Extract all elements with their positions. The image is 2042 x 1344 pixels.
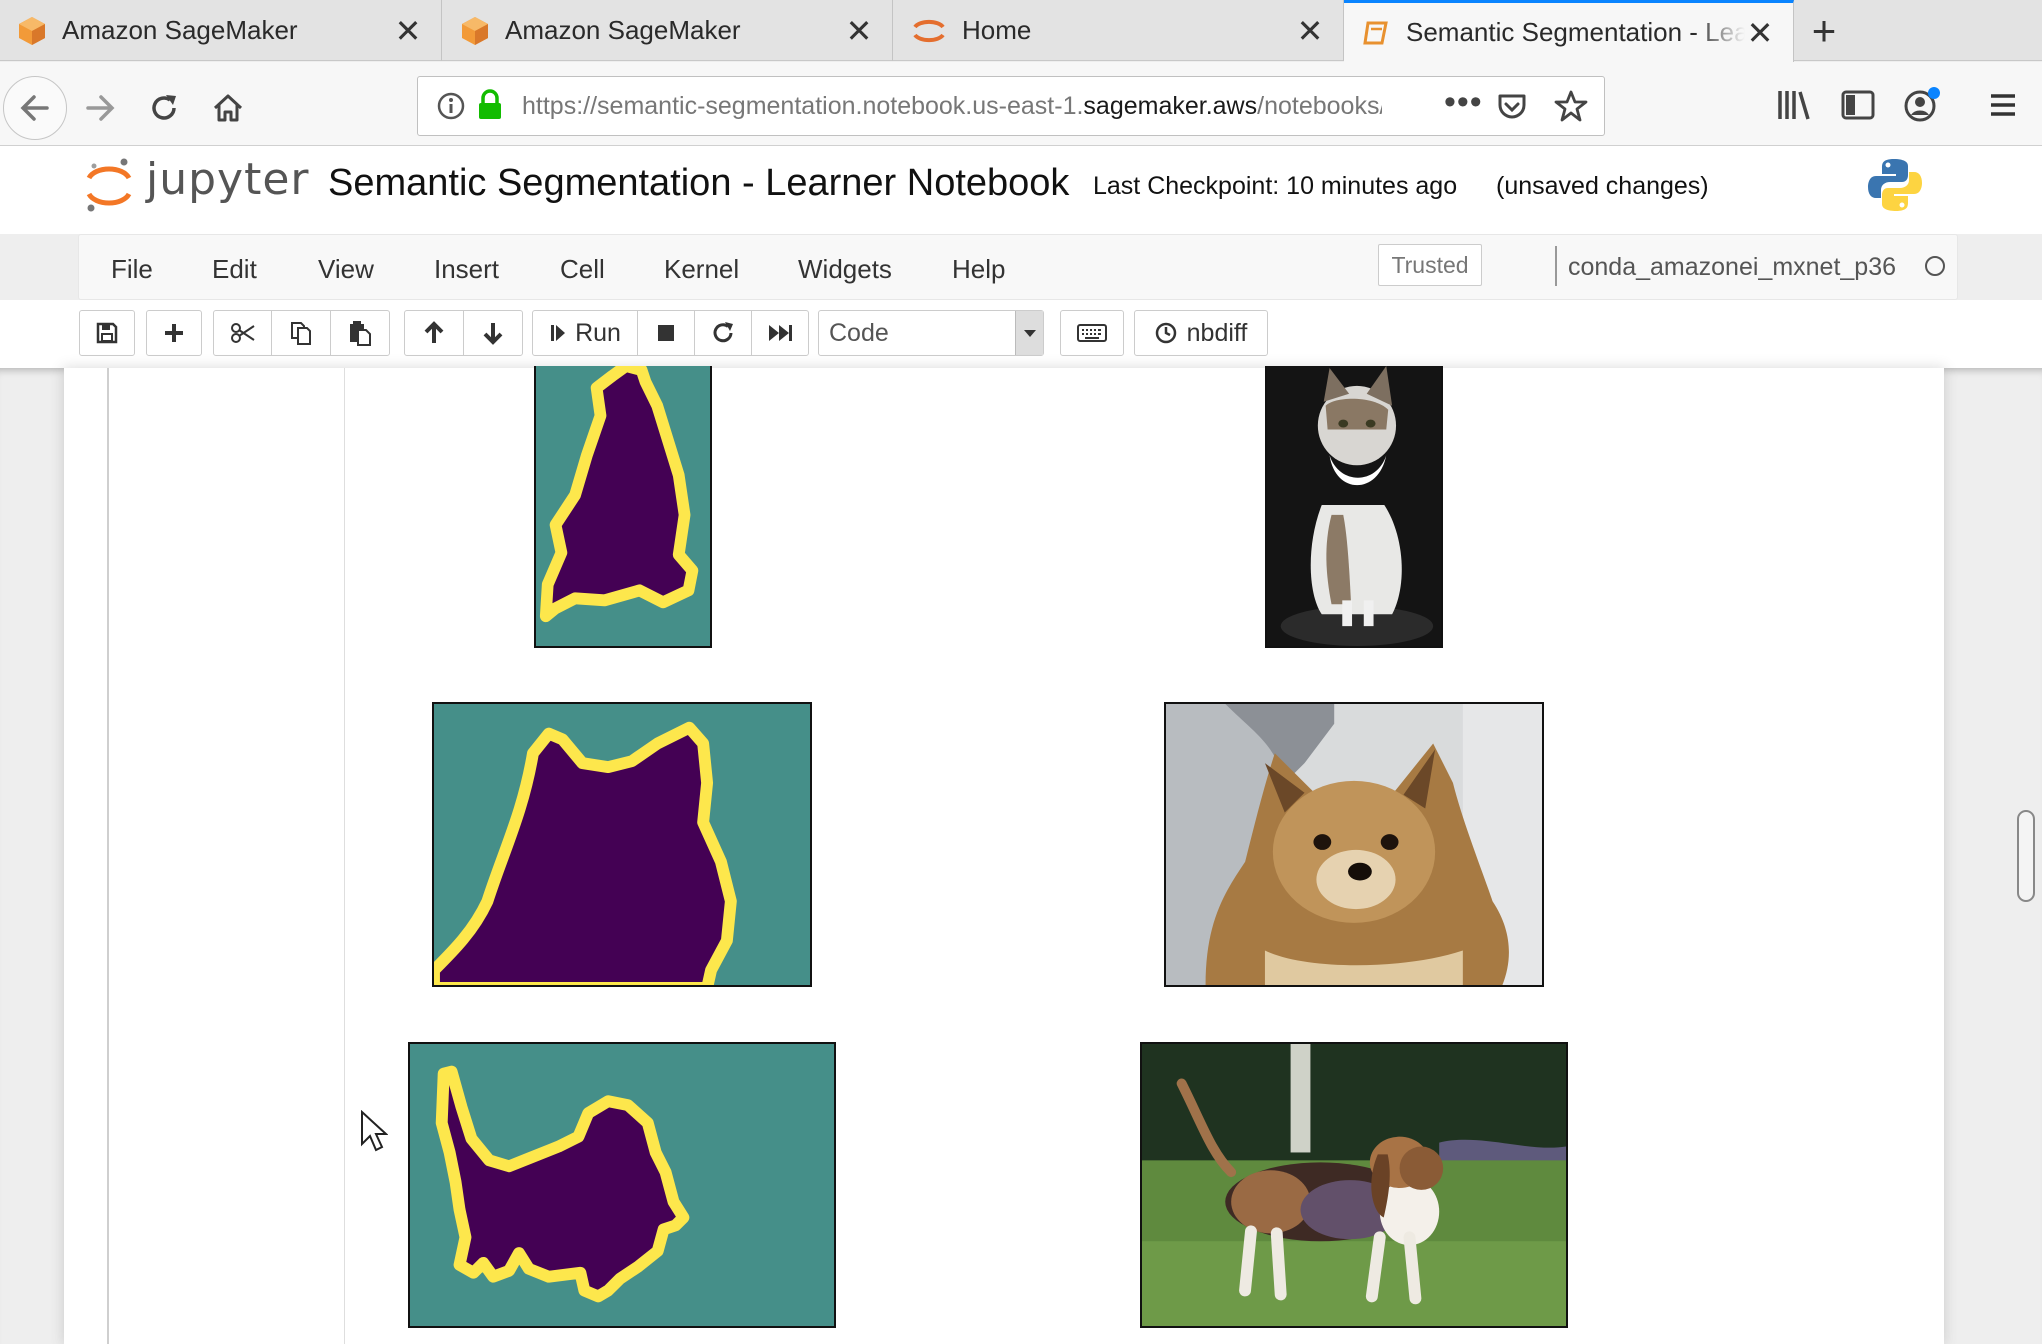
paste-button[interactable] — [330, 310, 390, 356]
checkpoint-status: Last Checkpoint: 10 minutes ago — [1093, 172, 1458, 200]
interrupt-kernel-button[interactable] — [637, 310, 695, 356]
pocket-icon[interactable] — [1496, 90, 1528, 122]
nbdiff-button[interactable]: nbdiff — [1134, 310, 1268, 356]
tab-title: Home — [962, 15, 1032, 45]
restart-run-all-button[interactable] — [751, 310, 809, 356]
menu-insert[interactable]: Insert — [434, 254, 499, 285]
reload-icon — [152, 95, 176, 120]
close-tab-icon[interactable]: ✕ — [1295, 15, 1325, 47]
url-text: https://semantic-segmentation.notebook.u… — [522, 92, 1382, 120]
account-icon[interactable] — [1902, 86, 1942, 124]
python-logo-icon — [1868, 159, 1922, 211]
back-button[interactable] — [3, 76, 67, 140]
browser-tab[interactable]: Amazon SageMaker ✕ — [0, 0, 442, 61]
cell-type-value: Code — [829, 318, 889, 347]
menu-widgets[interactable]: Widgets — [798, 254, 892, 285]
scissors-icon — [230, 323, 255, 343]
browser-tab[interactable]: Home ✕ — [894, 0, 1344, 61]
restart-kernel-button[interactable] — [694, 310, 752, 356]
lock-icon[interactable] — [476, 89, 504, 121]
trusted-indicator[interactable]: Trusted — [1378, 244, 1482, 286]
tab-title: Semantic Segmentation - Learner Notebook — [1406, 17, 1745, 47]
unsaved-changes-label: (unsaved changes) — [1496, 172, 1709, 200]
move-down-button[interactable] — [463, 310, 523, 356]
close-tab-icon[interactable]: ✕ — [393, 15, 423, 47]
run-label: Run — [575, 318, 621, 347]
browser-tab-active[interactable]: Semantic Segmentation - Learner Notebook… — [1344, 0, 1794, 62]
tab-title: Amazon SageMaker — [62, 15, 298, 45]
cell-type-select[interactable]: Code — [818, 310, 1044, 356]
copy-button[interactable] — [271, 310, 331, 356]
tab-title: Amazon SageMaker — [505, 15, 741, 45]
forward-arrow-icon — [86, 95, 115, 121]
arrow-down-icon — [483, 323, 503, 345]
stop-icon — [658, 325, 674, 341]
paste-icon — [350, 321, 371, 346]
notebook-icon — [1363, 21, 1388, 44]
menu-edit[interactable]: Edit — [212, 254, 257, 285]
sidebar-icon[interactable] — [1840, 88, 1876, 122]
photo-cat — [1265, 366, 1443, 648]
copy-icon — [291, 322, 311, 345]
notebook-container — [64, 368, 1944, 1344]
home-button[interactable] — [196, 76, 260, 140]
library-icon[interactable] — [1776, 88, 1812, 122]
plus-icon — [165, 324, 183, 342]
kernel-name[interactable]: conda_amazonei_mxnet_p36 — [1568, 253, 1896, 282]
nbdiff-label: nbdiff — [1186, 318, 1248, 347]
close-tab-icon[interactable]: ✕ — [844, 15, 874, 47]
hamburger-menu-icon[interactable] — [1988, 90, 2018, 120]
kernel-idle-indicator-icon — [1925, 256, 1945, 276]
back-arrow-icon — [20, 95, 49, 121]
sagemaker-cube-icon — [462, 16, 488, 45]
segmentation-mask-cat — [534, 366, 712, 648]
browser-nav-bar: https://semantic-segmentation.notebook.u… — [0, 62, 2042, 146]
run-button[interactable]: Run — [532, 310, 638, 356]
chevron-down-icon — [1015, 311, 1043, 355]
close-tab-icon[interactable]: ✕ — [1745, 17, 1775, 49]
insert-cell-button[interactable] — [146, 310, 202, 356]
menu-cell[interactable]: Cell — [560, 254, 605, 285]
menu-view[interactable]: View — [318, 254, 374, 285]
jupyter-icon — [913, 19, 945, 42]
reload-button[interactable] — [132, 76, 196, 140]
output-prompt-divider — [344, 368, 345, 1344]
new-tab-button[interactable]: + — [1794, 6, 1854, 56]
cell-left-border — [107, 368, 109, 1344]
arrow-up-icon — [424, 321, 444, 343]
save-button[interactable] — [79, 310, 135, 356]
keyboard-icon — [1077, 324, 1107, 342]
menu-help[interactable]: Help — [952, 254, 1005, 285]
sagemaker-cube-icon — [19, 16, 45, 45]
home-icon — [213, 94, 243, 122]
mouse-cursor-icon — [361, 1110, 388, 1152]
clock-icon — [1155, 322, 1176, 344]
fast-forward-icon — [769, 325, 792, 341]
segmentation-mask-basset — [408, 1042, 836, 1328]
cut-button[interactable] — [213, 310, 272, 356]
forward-button[interactable] — [68, 76, 132, 140]
menu-file[interactable]: File — [111, 254, 153, 285]
url-bar[interactable]: https://semantic-segmentation.notebook.u… — [417, 76, 1605, 136]
browser-tab-strip: Amazon SageMaker ✕ Amazon SageMaker ✕ Ho… — [0, 0, 2042, 62]
page-actions-icon[interactable]: ••• — [1444, 83, 1483, 122]
restart-icon — [713, 322, 733, 343]
photo-dog-basset-hound — [1140, 1042, 1568, 1328]
jupyter-toolbar: Run Code nbdiff — [0, 300, 2042, 368]
menu-kernel[interactable]: Kernel — [664, 254, 739, 285]
jupyter-logo-icon[interactable] — [84, 156, 134, 214]
browser-tab[interactable]: Amazon SageMaker ✕ — [443, 0, 893, 61]
move-up-button[interactable] — [404, 310, 464, 356]
photo-dog-pomeranian — [1164, 702, 1544, 987]
info-icon[interactable] — [436, 91, 466, 121]
step-forward-icon — [551, 325, 566, 341]
jupyter-logo-text[interactable]: jupyter — [146, 154, 310, 205]
command-palette-button[interactable] — [1060, 310, 1124, 356]
kernel-divider — [1555, 246, 1557, 286]
bookmark-star-icon[interactable] — [1554, 89, 1588, 123]
notebook-title[interactable]: Semantic Segmentation - Learner Notebook — [328, 162, 1069, 205]
save-icon — [96, 322, 118, 344]
segmentation-mask-dog — [432, 702, 812, 987]
vertical-scrollbar-thumb[interactable] — [2017, 810, 2035, 902]
